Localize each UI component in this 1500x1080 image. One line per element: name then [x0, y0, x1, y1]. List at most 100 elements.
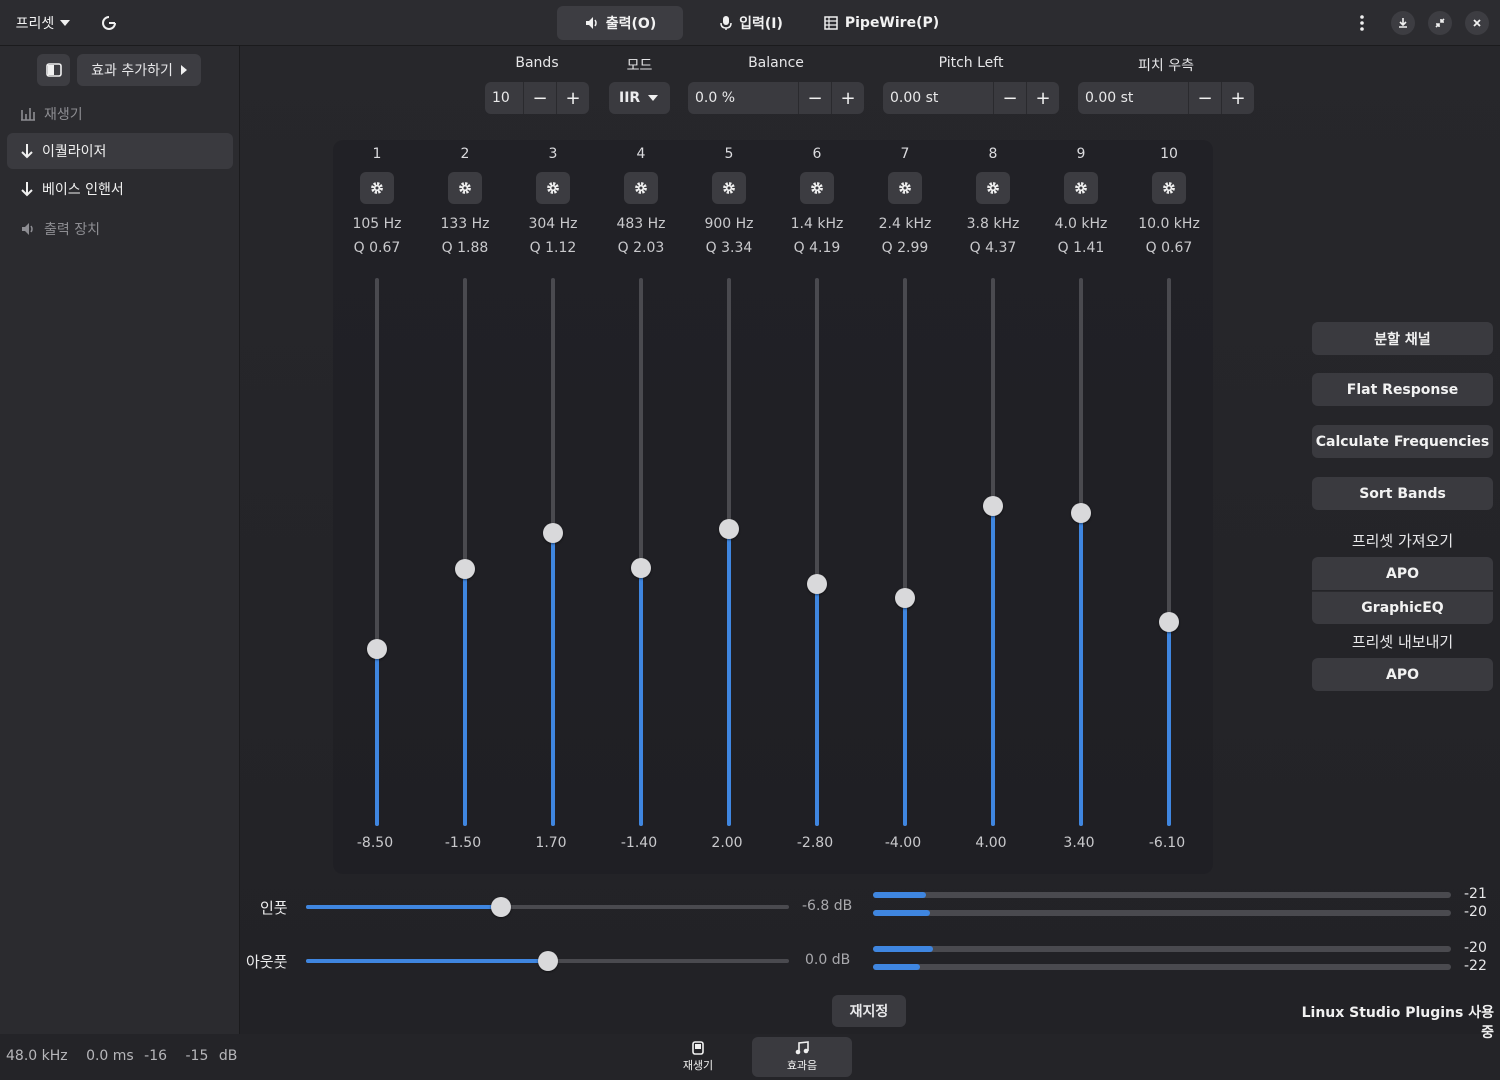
band-gain-slider[interactable]: [1079, 278, 1083, 826]
bands-value[interactable]: 10: [485, 90, 523, 106]
bottom-tab-player[interactable]: 재생기: [648, 1037, 748, 1077]
input-left-meter: [873, 892, 1451, 898]
bypass-button[interactable]: [92, 6, 126, 40]
tab-output[interactable]: 출력(O): [557, 6, 683, 40]
restore-icon: [1435, 18, 1445, 28]
band-gain-knob[interactable]: [1159, 611, 1179, 632]
band-gain-value: -6.10: [1148, 835, 1186, 851]
sidebar-item-bass-enhancer[interactable]: 베이스 인핸서: [7, 171, 233, 207]
band-settings-button[interactable]: [1064, 172, 1098, 204]
balance-decrement-button[interactable]: −: [798, 82, 831, 114]
bands-increment-button[interactable]: +: [556, 82, 589, 114]
tab-pipewire[interactable]: PipeWire(P): [818, 6, 944, 40]
minimize-icon: [1399, 18, 1407, 28]
calculate-frequencies-button[interactable]: Calculate Frequencies: [1312, 425, 1493, 458]
band-settings-button[interactable]: [624, 172, 658, 204]
pitch-right-label: 피치 우측: [1138, 58, 1194, 74]
pitch-left-decrement-button[interactable]: −: [993, 82, 1026, 114]
output-gain-slider[interactable]: [306, 951, 789, 971]
band-gain-knob[interactable]: [631, 557, 651, 578]
tab-output-label: 출력(O): [605, 16, 657, 32]
band-gain-slider[interactable]: [727, 278, 731, 826]
mode-value: IIR: [619, 90, 641, 106]
input-right-meter: [873, 910, 1451, 916]
band-gain-slider[interactable]: [815, 278, 819, 826]
band-gain-value: -4.00: [884, 835, 922, 851]
band-settings-button[interactable]: [712, 172, 746, 204]
input-right-meter-value: -20: [1464, 904, 1487, 920]
maximize-button[interactable]: [1428, 11, 1452, 35]
band-gain-knob[interactable]: [455, 559, 475, 580]
input-gain-knob[interactable]: [490, 897, 511, 917]
band-settings-button[interactable]: [976, 172, 1010, 204]
reset-button[interactable]: 재지정: [832, 995, 906, 1027]
mode-dropdown[interactable]: IIR: [609, 82, 670, 114]
add-effect-button[interactable]: 효과 추가하기: [77, 54, 201, 86]
bands-decrement-button[interactable]: −: [523, 82, 556, 114]
pitch-right-spinner[interactable]: 0.00 st − +: [1078, 82, 1254, 114]
band-gain-knob[interactable]: [895, 587, 915, 608]
band-settings-button[interactable]: [448, 172, 482, 204]
bottom-tab-label: 재생기: [682, 1059, 714, 1072]
band-settings-button[interactable]: [360, 172, 394, 204]
sidebar-item-label: 이퀄라이저: [42, 144, 107, 160]
output-gain-knob[interactable]: [537, 951, 558, 971]
band-number: 10: [1160, 146, 1178, 162]
minimize-button[interactable]: [1391, 11, 1415, 35]
band-settings-button[interactable]: [800, 172, 834, 204]
balance-spinner[interactable]: 0.0 % − +: [688, 82, 864, 114]
band-q-factor: Q 1.41: [1057, 240, 1105, 256]
power-icon: [102, 16, 116, 30]
band-gain-value: 1.70: [535, 835, 567, 851]
band-gain-slider[interactable]: [639, 278, 643, 826]
player-icon: [692, 1041, 704, 1055]
tab-input[interactable]: 입력(I): [705, 6, 797, 40]
input-gain-slider[interactable]: [306, 897, 789, 917]
speaker-icon: [22, 223, 33, 235]
band-frequency: 304 Hz: [528, 216, 578, 232]
pitch-left-increment-button[interactable]: +: [1026, 82, 1059, 114]
pitch-right-decrement-button[interactable]: −: [1188, 82, 1221, 114]
band-q-factor: Q 1.12: [529, 240, 577, 256]
band-settings-button[interactable]: [536, 172, 570, 204]
band-gain-knob[interactable]: [367, 639, 387, 660]
export-apo-button[interactable]: APO: [1312, 658, 1493, 691]
band-gain-slider[interactable]: [903, 278, 907, 826]
presets-menu-button[interactable]: 프리셋: [8, 6, 78, 40]
main-menu-button[interactable]: [1350, 6, 1374, 40]
balance-increment-button[interactable]: +: [831, 82, 864, 114]
split-channels-button[interactable]: 분할 채널: [1312, 322, 1493, 355]
close-button[interactable]: [1465, 11, 1489, 35]
level-right: -15: [185, 1048, 209, 1064]
balance-value[interactable]: 0.0 %: [688, 90, 798, 106]
sidebar-toggle-button[interactable]: [37, 54, 70, 86]
band-gain-slider[interactable]: [1167, 278, 1171, 826]
band-number: 4: [636, 146, 646, 162]
sidebar-item-equalizer[interactable]: 이퀄라이저: [7, 133, 233, 169]
sidebar-item-output-device[interactable]: 출력 장치: [7, 211, 233, 247]
band-gain-knob[interactable]: [807, 573, 827, 594]
pitch-left-value[interactable]: 0.00 st: [883, 90, 993, 106]
meter-fill: [873, 910, 931, 916]
meter-fill: [873, 946, 934, 952]
gear-icon: [811, 182, 823, 194]
band-gain-knob[interactable]: [543, 522, 563, 543]
band-settings-button[interactable]: [888, 172, 922, 204]
flat-response-button[interactable]: Flat Response: [1312, 373, 1493, 406]
import-apo-button[interactable]: APO: [1312, 557, 1493, 590]
import-graphiceq-button[interactable]: GraphicEQ: [1312, 591, 1493, 624]
pitch-right-increment-button[interactable]: +: [1221, 82, 1254, 114]
bottom-tab-effects[interactable]: 효과음: [752, 1037, 852, 1077]
band-number: 5: [724, 146, 734, 162]
band-settings-button[interactable]: [1152, 172, 1186, 204]
sidebar-item-player[interactable]: 재생기: [7, 96, 233, 132]
band-gain-slider[interactable]: [375, 278, 379, 826]
output-right-meter-value: -22: [1464, 958, 1487, 974]
pitch-left-spinner[interactable]: 0.00 st − +: [883, 82, 1059, 114]
pitch-right-value[interactable]: 0.00 st: [1078, 90, 1188, 106]
band-gain-slider[interactable]: [551, 278, 555, 826]
band-gain-slider[interactable]: [991, 278, 995, 826]
band-gain-slider[interactable]: [463, 278, 467, 826]
sort-bands-button[interactable]: Sort Bands: [1312, 477, 1493, 510]
bands-spinner[interactable]: 10 − +: [485, 82, 589, 114]
